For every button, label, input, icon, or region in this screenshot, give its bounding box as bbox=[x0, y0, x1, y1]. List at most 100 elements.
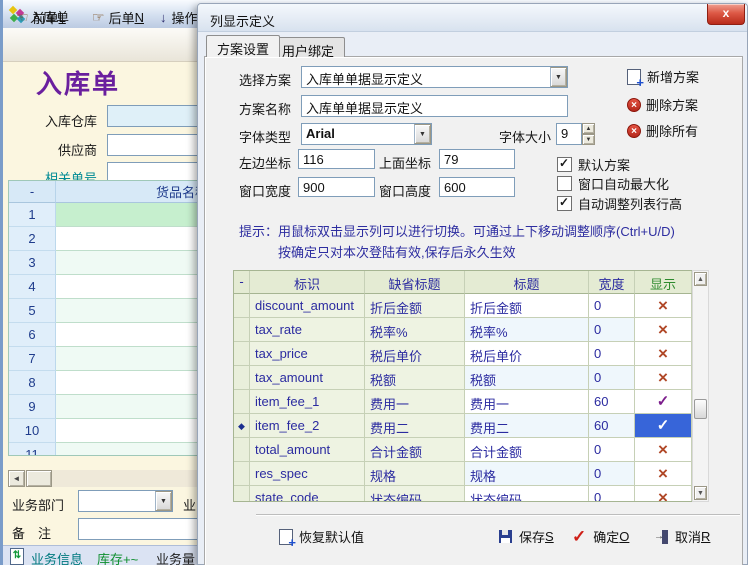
hscroll-thumb[interactable] bbox=[26, 470, 52, 487]
col-title[interactable]: 折后金额 bbox=[465, 294, 589, 318]
delete-scheme-button[interactable]: × 删除方案 bbox=[627, 95, 698, 114]
font-size-stepper[interactable]: ▲ ▼ bbox=[582, 123, 595, 145]
visibility-cell[interactable]: ✓ bbox=[635, 414, 692, 438]
col-id: tax_price bbox=[250, 342, 365, 366]
column-row[interactable]: tax_amount税额税额0× bbox=[234, 366, 692, 390]
col-title[interactable]: 规格 bbox=[465, 462, 589, 486]
column-row[interactable]: state_code状态编码状态编码0× bbox=[234, 486, 692, 502]
default-scheme-checkbox[interactable]: 默认方案 bbox=[557, 155, 630, 174]
auto-maximize-checkbox[interactable]: 窗口自动最大化 bbox=[557, 174, 669, 193]
visibility-cell[interactable]: ✓ bbox=[635, 390, 692, 414]
checkbox-icon[interactable] bbox=[557, 176, 572, 191]
scheme-select[interactable]: 入库单单据显示定义 ▼ bbox=[301, 66, 568, 88]
col-title[interactable]: 税率% bbox=[465, 318, 589, 342]
col-title[interactable]: 状态编码 bbox=[465, 486, 589, 502]
hint-line-1: 提示：用鼠标双击显示列可以进行切换。可通过上下移动调整顺序(Ctrl+U/D) bbox=[239, 221, 675, 240]
row-number: 6 bbox=[9, 323, 56, 347]
column-row[interactable]: item_fee_1费用一费用一60✓ bbox=[234, 390, 692, 414]
spinner-down-icon[interactable]: ▼ bbox=[582, 134, 595, 145]
dropdown-arrow-icon[interactable]: ▼ bbox=[155, 491, 172, 511]
col-width: 0 bbox=[589, 462, 635, 486]
col-title[interactable]: 税后单价 bbox=[465, 342, 589, 366]
dialog-titlebar[interactable] bbox=[198, 4, 747, 32]
col-title[interactable]: 税额 bbox=[465, 366, 589, 390]
dropdown-arrow-icon[interactable]: ▼ bbox=[550, 67, 567, 87]
prev-doc-button[interactable]: ☜ 前单L bbox=[16, 7, 66, 27]
scroll-left-icon[interactable]: ◄ bbox=[8, 470, 25, 487]
checkbox-icon[interactable] bbox=[557, 157, 572, 172]
column-row[interactable]: discount_amount折后金额折后金额0× bbox=[234, 294, 692, 318]
grid-hscrollbar[interactable]: ◄ bbox=[8, 470, 197, 487]
close-icon[interactable]: x bbox=[707, 4, 745, 25]
form-title: 入库单 bbox=[36, 64, 120, 101]
window-height-input[interactable]: 600 bbox=[439, 177, 515, 197]
vscroll-thumb[interactable] bbox=[694, 399, 707, 419]
col-title[interactable]: 费用二 bbox=[465, 414, 589, 438]
visibility-cell[interactable]: × bbox=[635, 294, 692, 318]
department-label: 业务部门 bbox=[12, 495, 64, 514]
spinner-up-icon[interactable]: ▲ bbox=[582, 123, 595, 134]
row-number: 2 bbox=[9, 227, 56, 251]
visibility-cell[interactable]: × bbox=[635, 438, 692, 462]
dropdown-arrow-icon[interactable]: ▼ bbox=[414, 124, 431, 144]
column-row[interactable]: total_amount合计金额合计金额0× bbox=[234, 438, 692, 462]
restore-page-icon bbox=[279, 529, 293, 545]
scroll-up-icon[interactable]: ▲ bbox=[694, 272, 707, 286]
next-doc-button[interactable]: ☞ 后单N bbox=[92, 7, 144, 27]
col-title[interactable]: 费用一 bbox=[465, 390, 589, 414]
ok-button[interactable]: ✓ 确定 O bbox=[572, 527, 629, 546]
hint-line-2: 按确定只对本次登陆有效,保存后永久生效 bbox=[278, 242, 516, 261]
col-title[interactable]: 合计金额 bbox=[465, 438, 589, 462]
visibility-cell[interactable]: × bbox=[635, 486, 692, 502]
row-marker bbox=[234, 294, 250, 318]
col-width: 0 bbox=[589, 294, 635, 318]
row-marker bbox=[234, 438, 250, 462]
row-marker bbox=[234, 486, 250, 502]
ok-check-icon: ✓ bbox=[572, 530, 586, 544]
visibility-cell[interactable]: × bbox=[635, 318, 692, 342]
visibility-cell[interactable]: × bbox=[635, 462, 692, 486]
visibility-cell[interactable]: × bbox=[635, 342, 692, 366]
delete-all-button[interactable]: × 删除所有 bbox=[627, 121, 698, 140]
column-row[interactable]: res_spec规格规格0× bbox=[234, 462, 692, 486]
warehouse-label: 入库仓库 bbox=[0, 111, 97, 130]
restore-defaults-button[interactable]: 恢复默认值 bbox=[279, 527, 364, 546]
operations-button[interactable]: ↓ 操作 bbox=[160, 7, 198, 27]
top-coord-input[interactable]: 79 bbox=[439, 149, 515, 169]
select-scheme-label: 选择方案 bbox=[239, 70, 291, 89]
selected-row-marker-icon: ◆ bbox=[234, 414, 250, 438]
table-vscrollbar[interactable]: ▲ ▼ bbox=[692, 270, 709, 502]
save-floppy-icon bbox=[499, 530, 512, 543]
visibility-cell[interactable]: × bbox=[635, 366, 692, 390]
column-display-dialog: 列显示定义 x 方案设置 用户绑定 选择方案 入库单单据显示定义 ▼ 方案名称 … bbox=[197, 3, 748, 565]
window-width-input[interactable]: 900 bbox=[298, 177, 375, 197]
left-coord-input[interactable]: 116 bbox=[298, 149, 375, 169]
scheme-name-input[interactable]: 入库单单据显示定义 bbox=[301, 95, 568, 117]
row-marker bbox=[234, 390, 250, 414]
add-scheme-button[interactable]: 新增方案 bbox=[627, 67, 699, 86]
stock-refresh-icon[interactable]: ⇅ bbox=[10, 548, 24, 565]
font-size-label: 字体大小 bbox=[499, 127, 551, 146]
cancel-button[interactable]: 取消 R bbox=[655, 527, 710, 546]
column-row[interactable]: tax_rate税率%税率%0× bbox=[234, 318, 692, 342]
new-page-icon bbox=[627, 69, 641, 85]
column-row[interactable]: tax_price税后单价税后单价0× bbox=[234, 342, 692, 366]
scroll-down-icon[interactable]: ▼ bbox=[694, 486, 707, 500]
col-width: 0 bbox=[589, 438, 635, 462]
tab-user-binding[interactable]: 用户绑定 bbox=[271, 37, 345, 57]
window-height-label: 窗口高度 bbox=[379, 181, 431, 200]
department-select[interactable]: ▼ bbox=[78, 490, 173, 512]
business-info-link[interactable]: 业务信息 bbox=[31, 549, 83, 565]
checkbox-icon[interactable] bbox=[557, 196, 572, 211]
save-button[interactable]: 保存 S bbox=[499, 527, 554, 546]
font-type-select[interactable]: Arial ▼ bbox=[301, 123, 432, 145]
tab-scheme-settings[interactable]: 方案设置 bbox=[206, 35, 280, 57]
font-size-input[interactable]: 9 bbox=[556, 123, 582, 145]
auto-row-height-checkbox[interactable]: 自动调整列表行高 bbox=[557, 194, 682, 213]
column-row[interactable]: ◆item_fee_2费用二费用二60✓ bbox=[234, 414, 692, 438]
down-arrow-icon: ↓ bbox=[160, 10, 167, 25]
row-number: 7 bbox=[9, 347, 56, 371]
window-width-label: 窗口宽度 bbox=[239, 181, 291, 200]
col-width: 0 bbox=[589, 366, 635, 390]
col-default-title: 税率% bbox=[365, 318, 465, 342]
